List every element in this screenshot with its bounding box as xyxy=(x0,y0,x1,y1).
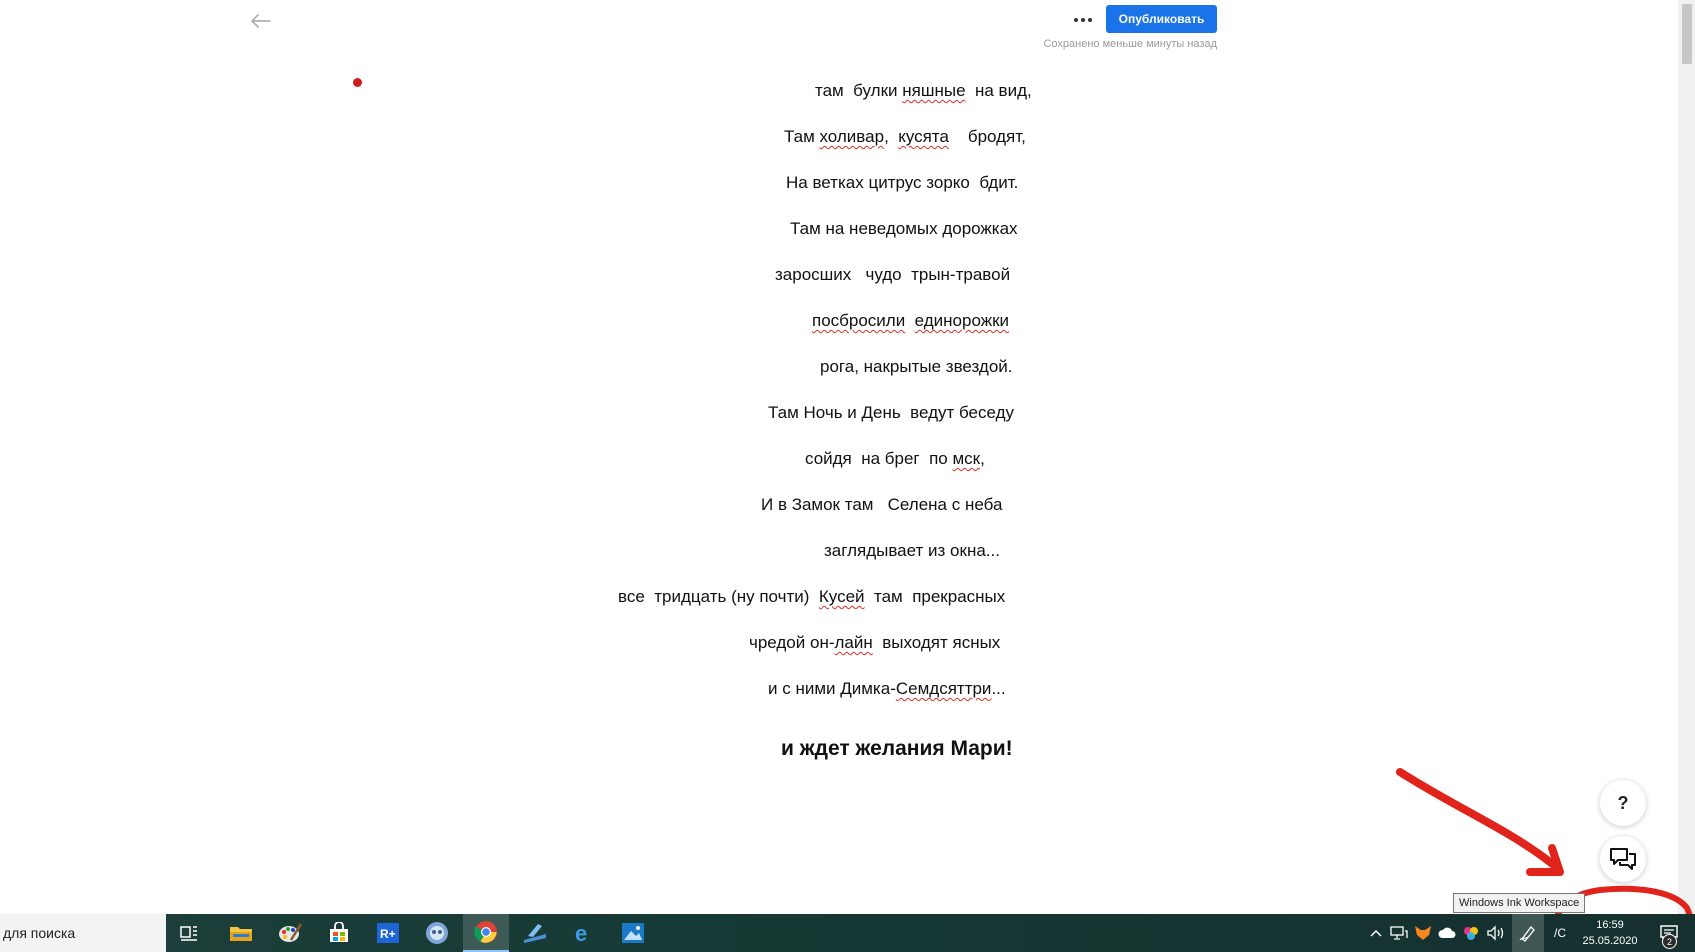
page-scrollbar[interactable] xyxy=(1678,0,1695,914)
misspelled-word[interactable]: лайн xyxy=(835,633,873,652)
microsoft-store-button[interactable] xyxy=(316,914,362,952)
poem-line[interactable]: чредой он-лайн выходят ясных xyxy=(749,633,1000,653)
back-arrow-button[interactable] xyxy=(246,8,276,36)
edge-button[interactable]: e xyxy=(561,914,607,952)
paint-palette-icon xyxy=(279,923,302,942)
poem-line[interactable]: Там на неведомых дорожках xyxy=(790,219,1018,239)
task-view-button[interactable] xyxy=(166,914,212,952)
chat-button[interactable] xyxy=(1600,836,1646,882)
red-marker-dot xyxy=(353,78,362,87)
pen-icon xyxy=(1519,926,1535,942)
more-options-button[interactable] xyxy=(1070,10,1096,30)
poem-final-line[interactable]: и ждет желания Мари! xyxy=(781,737,1013,761)
poem-line[interactable]: Там Ночь и День ведут беседу xyxy=(768,403,1014,423)
poem-line[interactable]: все тридцать (ну почти) Кусей там прекра… xyxy=(618,587,1005,607)
svg-text:e: e xyxy=(575,921,587,945)
chevron-up-icon xyxy=(1370,929,1382,937)
poem-line[interactable]: На ветках цитрус зорко бдит. xyxy=(786,173,1018,193)
photos-icon xyxy=(622,923,644,943)
windows-taskbar: для поиска R+ e /C 16:59 25.05.2020 2 xyxy=(0,914,1695,952)
publish-button[interactable]: Опубликовать xyxy=(1106,5,1217,33)
rplus-icon: R+ xyxy=(377,923,399,943)
misspelled-word[interactable]: Кусей xyxy=(819,587,865,606)
store-bag-icon xyxy=(330,922,348,942)
taskbar-clock[interactable]: 16:59 25.05.2020 xyxy=(1570,914,1650,952)
paint-app-button[interactable] xyxy=(267,914,313,952)
poem-line[interactable]: посбросили единорожки xyxy=(812,311,1009,331)
arrow-left-icon xyxy=(251,14,271,28)
rplus-app-button[interactable]: R+ xyxy=(365,914,411,952)
tray-windows-ink-button[interactable] xyxy=(1512,914,1544,952)
network-icon xyxy=(1390,926,1408,940)
tray-network-button[interactable] xyxy=(1388,914,1410,952)
photos-button[interactable] xyxy=(610,914,656,952)
tray-metamask-button[interactable] xyxy=(1412,914,1434,952)
tray-language-indicator[interactable]: /C xyxy=(1550,914,1570,952)
svg-text:R+: R+ xyxy=(380,927,396,941)
poem-line[interactable]: и с ними Димка-Семдсяттри... xyxy=(768,679,1006,699)
help-button[interactable]: ? xyxy=(1600,780,1646,826)
windows-ink-tooltip: Windows Ink Workspace xyxy=(1453,893,1586,913)
poem-line[interactable]: сойдя на брег по мск, xyxy=(805,449,985,469)
scrollbar-thumb[interactable] xyxy=(1682,4,1692,64)
tray-colorful-app-button[interactable] xyxy=(1460,914,1482,952)
chrome-icon xyxy=(474,921,497,943)
speaker-icon xyxy=(1487,925,1504,941)
blue-wave-app-icon xyxy=(524,924,546,943)
poem-line[interactable]: заросших чудо трын-травой xyxy=(775,265,1010,285)
chat-bubbles-icon xyxy=(1610,848,1636,870)
file-explorer-button[interactable] xyxy=(218,914,264,952)
save-status-text: Сохранено меньше минуты назад xyxy=(1043,38,1217,50)
tray-volume-button[interactable] xyxy=(1484,914,1508,952)
blue-app-button[interactable] xyxy=(512,914,558,952)
globe-app-icon xyxy=(426,922,448,944)
poem-line[interactable]: заглядывает из окна... xyxy=(824,541,1000,561)
poem-line[interactable]: рога, накрытые звездой. xyxy=(820,357,1013,377)
misspelled-word[interactable]: единорожки xyxy=(915,311,1009,330)
task-view-icon xyxy=(180,926,197,941)
tray-show-hidden-button[interactable] xyxy=(1366,914,1386,952)
fox-icon xyxy=(1415,926,1431,940)
misspelled-word[interactable]: Семдсяттри xyxy=(896,679,992,698)
misspelled-word[interactable]: няшные xyxy=(902,81,965,100)
folder-icon xyxy=(230,927,252,941)
misspelled-word[interactable]: кусята xyxy=(898,127,949,146)
poem-line[interactable]: там булки няшные на вид, xyxy=(815,81,1032,101)
misspelled-word[interactable]: посбросили xyxy=(812,311,905,330)
more-dots-icon xyxy=(1074,18,1078,22)
chrome-button[interactable] xyxy=(463,914,509,952)
poem-line[interactable]: Там холивар, кусята бродят, xyxy=(784,127,1026,147)
misspelled-word[interactable]: холивар xyxy=(820,127,885,146)
cloud-icon xyxy=(1438,927,1456,938)
poem-line[interactable]: И в Замок там Селена с неба xyxy=(761,495,1002,515)
clock-time: 16:59 xyxy=(1596,919,1624,931)
tray-onedrive-button[interactable] xyxy=(1436,914,1458,952)
round-app-button[interactable] xyxy=(414,914,460,952)
notification-count-badge: 2 xyxy=(1662,934,1677,949)
taskbar-search-input[interactable]: для поиска xyxy=(0,914,166,952)
clock-date: 25.05.2020 xyxy=(1582,935,1638,947)
edge-icon: e xyxy=(575,921,587,945)
misspelled-word[interactable]: мск xyxy=(952,449,980,468)
colorful-app-icon xyxy=(1464,927,1478,940)
